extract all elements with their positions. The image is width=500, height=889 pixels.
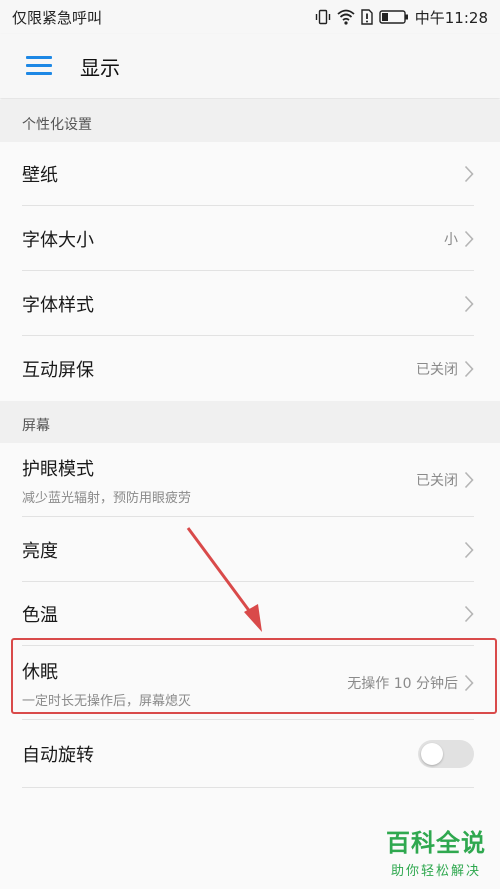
row-title: 互动屏保 <box>22 359 94 381</box>
row-title: 壁纸 <box>22 165 58 186</box>
watermark-logo: 百科全说 助你轻松解决 <box>386 823 486 879</box>
row-title: 色温 <box>22 605 58 626</box>
settings-row-font-style[interactable]: 字体样式 <box>0 271 500 336</box>
chevron-right-icon <box>464 471 474 489</box>
row-title: 字体样式 <box>22 294 94 316</box>
chevron-right-icon <box>464 230 474 247</box>
section-header-label: 个性化设置 <box>22 117 92 133</box>
watermark-main-text: 百科全说 <box>386 829 486 857</box>
section-header-screen: 屏幕 <box>0 401 500 443</box>
row-title: 自动旋转 <box>22 745 94 766</box>
watermark-sub-text: 助你轻松解决 <box>390 864 481 879</box>
row-value: 已关闭 <box>416 473 458 489</box>
chevron-right-icon <box>464 295 474 312</box>
row-value: 无操作 10 分钟后 <box>347 676 458 692</box>
row-subtitle: 减少蓝光辐射，预防用眼疲劳 <box>22 490 192 506</box>
sim-alert-icon <box>361 9 373 25</box>
section-header-personalization: 个性化设置 <box>0 100 500 142</box>
row-value: 小 <box>444 231 458 248</box>
chevron-right-icon <box>464 605 474 623</box>
status-bar: 仅限紧急呼叫 中午11:28 <box>0 0 500 34</box>
settings-row-font-size[interactable]: 字体大小 小 <box>0 206 500 271</box>
status-time: 中午11:28 <box>414 8 488 27</box>
row-value: 已关闭 <box>416 361 458 378</box>
settings-row-color-temperature[interactable]: 色温 <box>0 582 500 646</box>
settings-row-eye-comfort[interactable]: 护眼模式 减少蓝光辐射，预防用眼疲劳 已关闭 <box>0 443 500 517</box>
auto-rotate-toggle[interactable] <box>418 740 474 768</box>
chevron-right-icon <box>464 165 474 183</box>
wifi-icon <box>337 9 355 25</box>
row-title: 护眼模式 <box>22 458 94 480</box>
page-title: 显示 <box>80 55 120 80</box>
battery-icon <box>379 10 408 24</box>
settings-row-screensaver[interactable]: 互动屏保 已关闭 <box>0 336 500 401</box>
settings-row-brightness[interactable]: 亮度 <box>0 517 500 582</box>
carrier-text: 仅限紧急呼叫 <box>12 8 103 27</box>
row-title: 休眠 <box>22 661 58 683</box>
settings-row-auto-rotate[interactable]: 自动旋转 <box>0 720 500 788</box>
chevron-right-icon <box>464 674 474 692</box>
vibrate-icon <box>315 9 330 25</box>
hamburger-menu-icon[interactable] <box>26 56 52 76</box>
chevron-right-icon <box>464 360 474 377</box>
settings-row-wallpaper[interactable]: 壁纸 <box>0 142 500 206</box>
toggle-knob <box>421 743 443 765</box>
status-icons: 中午11:28 <box>315 7 488 28</box>
settings-row-sleep[interactable]: 休眠 一定时长无操作后，屏幕熄灭 无操作 10 分钟后 <box>0 646 500 720</box>
chevron-right-icon <box>464 541 474 558</box>
row-subtitle: 一定时长无操作后，屏幕熄灭 <box>22 693 192 709</box>
row-title: 字体大小 <box>22 229 94 251</box>
app-bar: 显示 <box>0 34 500 98</box>
section-header-label: 屏幕 <box>22 418 50 434</box>
row-title: 亮度 <box>22 540 58 562</box>
